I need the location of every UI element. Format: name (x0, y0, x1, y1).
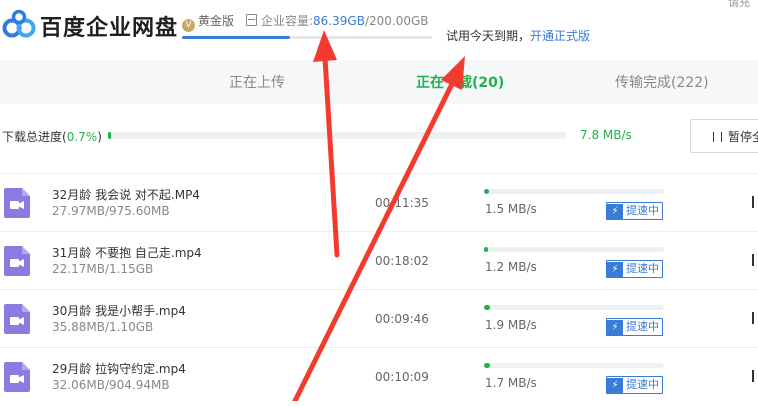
storage-info: 企业容量:86.39GB/200.00GB (246, 12, 429, 29)
boost-badge[interactable]: ⚡ 提速中 (606, 318, 663, 336)
boost-badge[interactable]: ⚡ 提速中 (606, 260, 663, 278)
storage-label: 企业容量: (261, 14, 314, 28)
baidu-netdisk-logo-icon (2, 9, 36, 38)
time-remaining: 00:09:46 (375, 312, 429, 326)
storage-capacity-bar (182, 36, 432, 39)
time-remaining: 00:11:35 (375, 196, 429, 210)
tab-uploading[interactable]: 正在上传 (229, 72, 285, 92)
storage-used: 86.39GB (313, 14, 365, 28)
pause-all-button[interactable]: 暂停全 (690, 119, 758, 153)
file-name: 32月龄 我会说 对不起.MP4 (52, 188, 200, 202)
app-header: 百度企业网盘 V 黄金版 企业容量:86.39GB/200.00GB 试用今天到期… (0, 0, 758, 60)
overall-progress-bar (108, 132, 566, 139)
overall-progress-percent: 0.7% (66, 130, 98, 144)
lightning-icon: ⚡ (607, 320, 623, 336)
row-progress-fill (484, 247, 488, 252)
transfer-tabs: 正在上传 正在下载(20) 传输完成(222) (0, 60, 758, 104)
lightning-icon: ⚡ (607, 262, 623, 278)
video-file-icon (4, 188, 30, 218)
row-progress-fill (484, 189, 490, 194)
boost-label: 提速中 (626, 262, 659, 275)
download-row[interactable]: 30月龄 我是小帮手.mp4 35.88MB/1.10GB 00:09:46 1… (0, 289, 758, 348)
plan-label: 黄金版 (198, 14, 235, 28)
row-action-edge[interactable] (752, 312, 754, 324)
boost-label: 提速中 (626, 204, 659, 217)
boost-label: 提速中 (626, 320, 659, 333)
lightning-icon: ⚡ (607, 204, 623, 220)
video-file-icon (4, 362, 30, 392)
file-size: 22.17MB/1.15GB (52, 262, 154, 276)
row-progress-fill (484, 363, 491, 368)
tab-downloading[interactable]: 正在下载(20) (416, 72, 504, 92)
download-row[interactable]: 31月龄 不要抱 自己走.mp4 22.17MB/1.15GB 00:18:02… (0, 231, 758, 290)
row-speed: 1.5 MB/s (485, 202, 537, 216)
row-progress-fill (484, 305, 490, 310)
medal-icon: V (182, 19, 195, 32)
storage-box-icon (246, 14, 257, 26)
boost-badge[interactable]: ⚡ 提速中 (606, 202, 663, 220)
upgrade-link[interactable]: 开通正式版 (530, 29, 590, 43)
storage-total: /200.00GB (364, 14, 429, 28)
overall-progress-text-end: ) (97, 130, 102, 144)
boost-label: 提速中 (626, 378, 659, 391)
overall-progress-label: 下载总进度(0.7%) (2, 128, 102, 145)
download-row[interactable]: 32月龄 我会说 对不起.MP4 27.97MB/975.60MB 00:11:… (0, 173, 758, 232)
app-logo-text: 百度企业网盘 (40, 16, 179, 41)
lightning-icon: ⚡ (607, 378, 623, 394)
file-name: 30月龄 我是小帮手.mp4 (52, 304, 186, 318)
corner-truncated-text: 请充 (728, 0, 750, 9)
overall-progress-fill (108, 132, 112, 139)
video-file-icon (4, 304, 30, 334)
storage-capacity-fill (182, 36, 290, 39)
row-progress-bar (484, 305, 664, 310)
row-action-edge[interactable] (752, 196, 754, 208)
row-action-edge[interactable] (752, 254, 754, 266)
file-size: 27.97MB/975.60MB (52, 204, 170, 218)
pause-icon (713, 132, 722, 142)
overall-speed: 7.8 MB/s (580, 128, 632, 142)
video-file-icon (4, 246, 30, 276)
file-size: 35.88MB/1.10GB (52, 320, 154, 334)
row-action-edge[interactable] (752, 370, 754, 382)
row-progress-bar (484, 247, 664, 252)
boost-badge[interactable]: ⚡ 提速中 (606, 376, 663, 394)
row-speed: 1.9 MB/s (485, 318, 537, 332)
time-remaining: 00:18:02 (375, 254, 429, 268)
download-row[interactable]: 29月龄 拉钩守约定.mp4 32.06MB/904.94MB 00:10:09… (0, 347, 758, 406)
file-name: 31月龄 不要抱 自己走.mp4 (52, 246, 202, 260)
time-remaining: 00:10:09 (375, 370, 429, 384)
plan-badge: V 黄金版 (182, 12, 234, 32)
pause-all-label: 暂停全 (728, 130, 758, 144)
row-speed: 1.2 MB/s (485, 260, 537, 274)
row-progress-bar (484, 363, 664, 368)
file-name: 29月龄 拉钩守约定.mp4 (52, 362, 186, 376)
overall-progress-text: 下载总进度( (2, 130, 67, 144)
file-size: 32.06MB/904.94MB (52, 378, 170, 392)
trial-text: 试用今天到期， (446, 29, 531, 43)
trial-notice: 试用今天到期，开通正式版 (446, 27, 590, 44)
row-progress-bar (484, 189, 664, 194)
tab-completed[interactable]: 传输完成(222) (615, 72, 709, 92)
row-speed: 1.7 MB/s (485, 376, 537, 390)
